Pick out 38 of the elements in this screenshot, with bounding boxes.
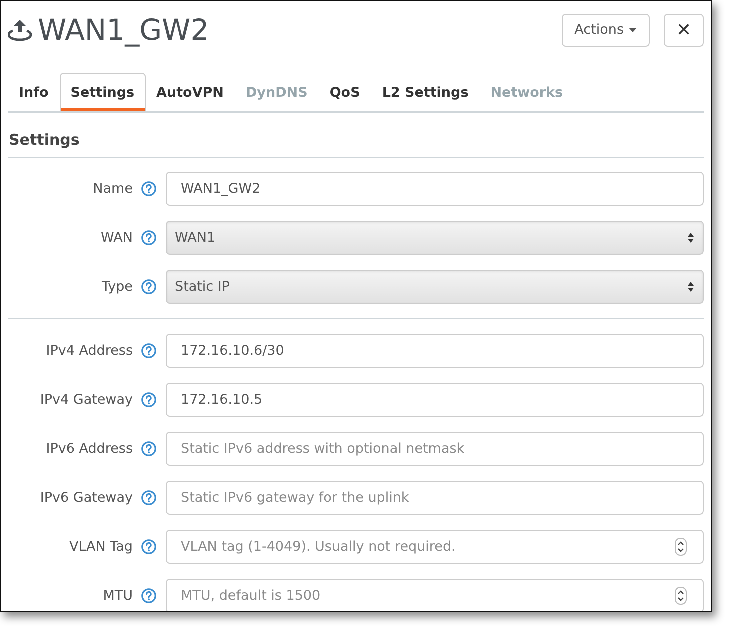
input-field[interactable]: WAN1_GW2 (166, 172, 704, 206)
help-icon[interactable] (141, 538, 157, 554)
input-field[interactable]: 172.16.10.5 (166, 382, 704, 416)
field-label: Type (100, 278, 134, 294)
help-icon[interactable] (141, 342, 157, 358)
field-label: IPv4 Gateway (39, 392, 134, 408)
tab[interactable]: AutoVPN (146, 73, 235, 111)
help-icon[interactable] (141, 490, 157, 506)
upload-icon (8, 19, 32, 41)
field-label: IPv6 Address (45, 440, 134, 456)
tab[interactable]: Settings (60, 73, 146, 111)
tab[interactable]: L2 Settings (371, 73, 480, 111)
close-button[interactable]: ✕ (664, 14, 704, 46)
spinner-icon[interactable] (675, 538, 687, 556)
help-icon[interactable] (141, 230, 157, 246)
field-label: IPv6 Gateway (39, 490, 134, 506)
section-heading: Settings (8, 113, 704, 158)
tab[interactable]: Info (8, 73, 60, 111)
field-label: Name (92, 180, 134, 196)
spinner-icon[interactable] (675, 586, 687, 604)
field-label: IPv4 Address (45, 342, 134, 358)
caret-icon (629, 28, 637, 32)
field-label: WAN (100, 230, 134, 246)
updown-arrows-icon (687, 280, 695, 292)
help-icon[interactable] (141, 278, 157, 294)
help-icon[interactable] (141, 588, 157, 604)
help-icon[interactable] (141, 440, 157, 456)
page-title: WAN1_GW2 (38, 13, 210, 47)
input-field[interactable]: 172.16.10.6/30 (166, 334, 704, 368)
help-icon[interactable] (141, 392, 157, 408)
field-label: MTU (102, 588, 134, 604)
actions-button[interactable]: Actions (562, 14, 650, 46)
select-field[interactable]: WAN1 (166, 220, 704, 254)
updown-arrows-icon (687, 232, 695, 244)
select-field[interactable]: Static IP (166, 270, 704, 304)
tab[interactable]: QoS (318, 73, 372, 111)
help-icon[interactable] (141, 180, 157, 196)
field-label: VLAN Tag (68, 538, 134, 554)
